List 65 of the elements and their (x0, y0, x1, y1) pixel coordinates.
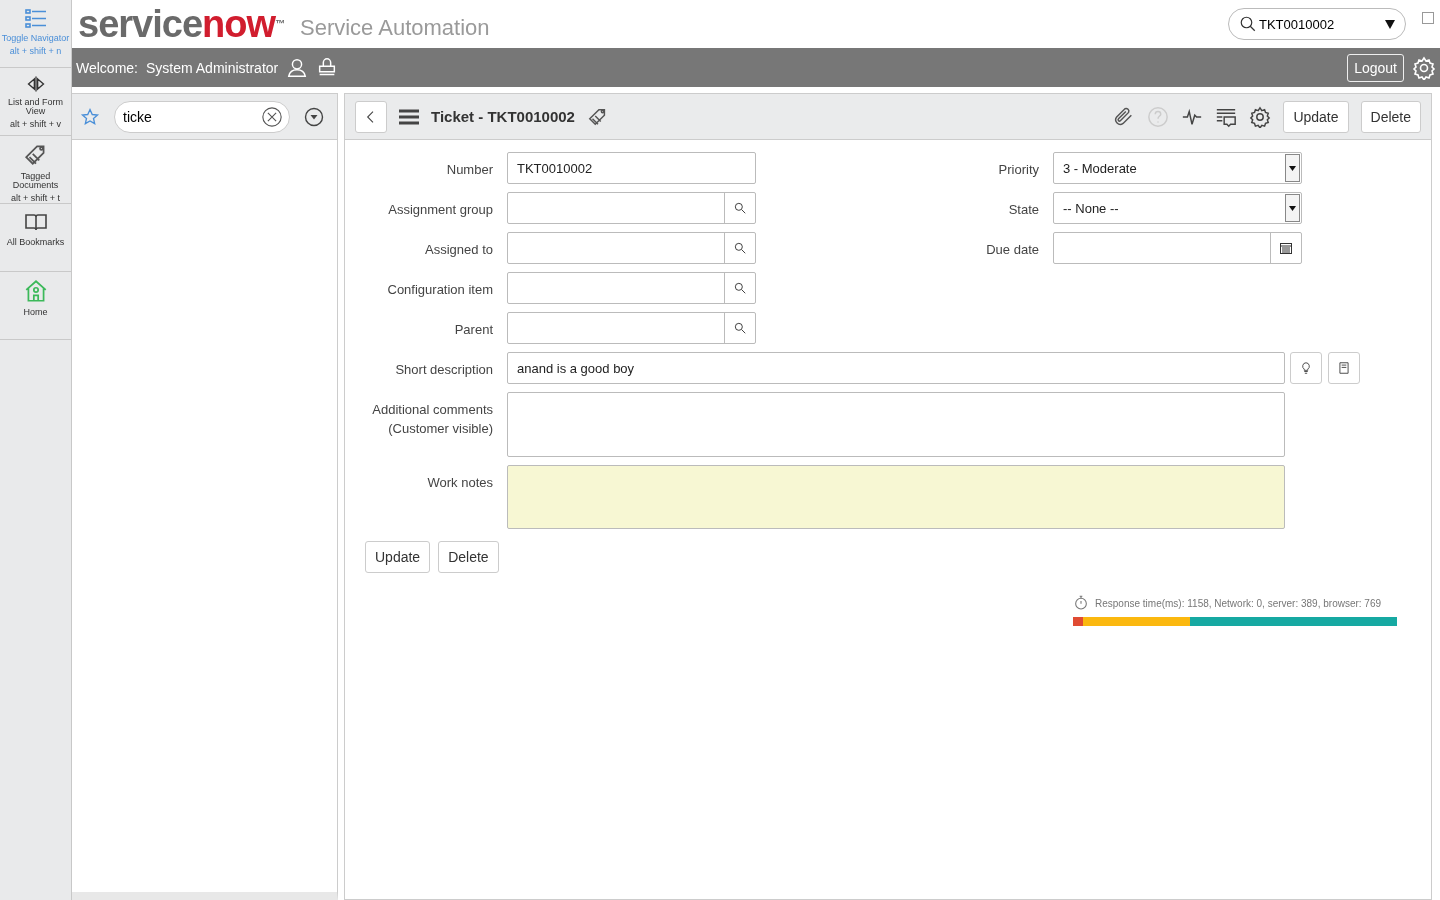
back-button[interactable] (355, 100, 387, 133)
field-value: -- None -- (1062, 200, 1120, 216)
lookup-field[interactable] (507, 232, 756, 264)
caret-icon (1289, 165, 1296, 171)
field-label: Work notes (426, 474, 493, 492)
search-icon (733, 201, 747, 215)
work-notes-textarea[interactable] (507, 465, 1285, 529)
search-icon (733, 241, 747, 255)
welcome-label: Welcome: (76, 59, 138, 76)
form-title: Ticket - TKT0010002 (431, 108, 575, 125)
field-label: State (1007, 201, 1039, 219)
form-action-button[interactable]: Delete (438, 541, 499, 573)
form-action-button[interactable]: Update (365, 541, 431, 573)
calendar-icon (1280, 242, 1292, 254)
product-name: Service Automation (300, 15, 490, 41)
navigator-rail-item[interactable]: Home (0, 272, 71, 340)
header-action-button[interactable]: Delete (1360, 100, 1421, 133)
caret-icon (1289, 205, 1296, 211)
star-icon[interactable] (80, 106, 100, 127)
date-field[interactable] (1053, 232, 1302, 264)
filter-field[interactable]: ticke (114, 100, 290, 133)
user-icon[interactable] (286, 56, 309, 79)
search-icon (1239, 15, 1257, 33)
comments-textarea[interactable] (507, 392, 1285, 457)
dropdown-circle-icon[interactable] (304, 106, 324, 127)
user-name[interactable]: System Administrator (146, 59, 279, 76)
stopwatch-icon (1073, 595, 1089, 611)
header-action-button[interactable]: Update (1283, 100, 1349, 133)
template-button[interactable] (1328, 352, 1360, 384)
navigator-rail-item[interactable]: Tagged Documents alt + shift + t (0, 136, 71, 204)
logo: servicenow$^{™}$ (78, 4, 284, 44)
clear-icon[interactable] (261, 105, 283, 128)
field-label: Configuration item (386, 281, 493, 299)
field-label: Parent (453, 321, 493, 339)
search-icon (733, 321, 747, 335)
logout-button[interactable]: Logout (1347, 53, 1404, 82)
field-label: Number (445, 161, 493, 179)
response-time-text: Response time(ms): 1158, Network: 0, server: 389, browser: 769 (1095, 597, 1382, 609)
lightbulb-icon (1299, 361, 1313, 375)
lookup-field[interactable] (507, 312, 756, 344)
field-label: Assignment group (387, 201, 493, 219)
text-field[interactable]: anand is a good boy (507, 352, 1285, 384)
navigator-rail-item[interactable]: List and Form View alt + shift + v (0, 68, 71, 136)
document-icon (1337, 361, 1351, 375)
field-label: Short description (394, 361, 493, 379)
field-value: 3 - Moderate (1062, 160, 1138, 176)
collapse-header-button[interactable] (1422, 12, 1434, 24)
field-value: anand is a good boy (516, 360, 636, 376)
select-field[interactable]: 3 - Moderate (1053, 152, 1302, 184)
menu-icon[interactable] (399, 108, 419, 125)
select-field[interactable]: -- None -- (1053, 192, 1302, 224)
field-label: Due date (985, 241, 1039, 259)
text-field[interactable]: TKT0010002 (507, 152, 756, 184)
field-label: Priority (997, 161, 1039, 179)
suggestion-button[interactable] (1290, 352, 1322, 384)
lookup-field[interactable] (507, 192, 756, 224)
navigator-rail-item[interactable]: All Bookmarks (0, 204, 71, 272)
field-label: Assigned to (424, 241, 493, 259)
list-icon (22, 6, 49, 30)
caret-icon (1385, 19, 1395, 29)
search-icon (733, 281, 747, 295)
field-label: Additional comments (Customer visible) (371, 401, 493, 438)
settings-icon[interactable] (1249, 105, 1272, 128)
field-value: TKT0010002 (516, 160, 594, 176)
lookup-field[interactable] (507, 272, 756, 304)
